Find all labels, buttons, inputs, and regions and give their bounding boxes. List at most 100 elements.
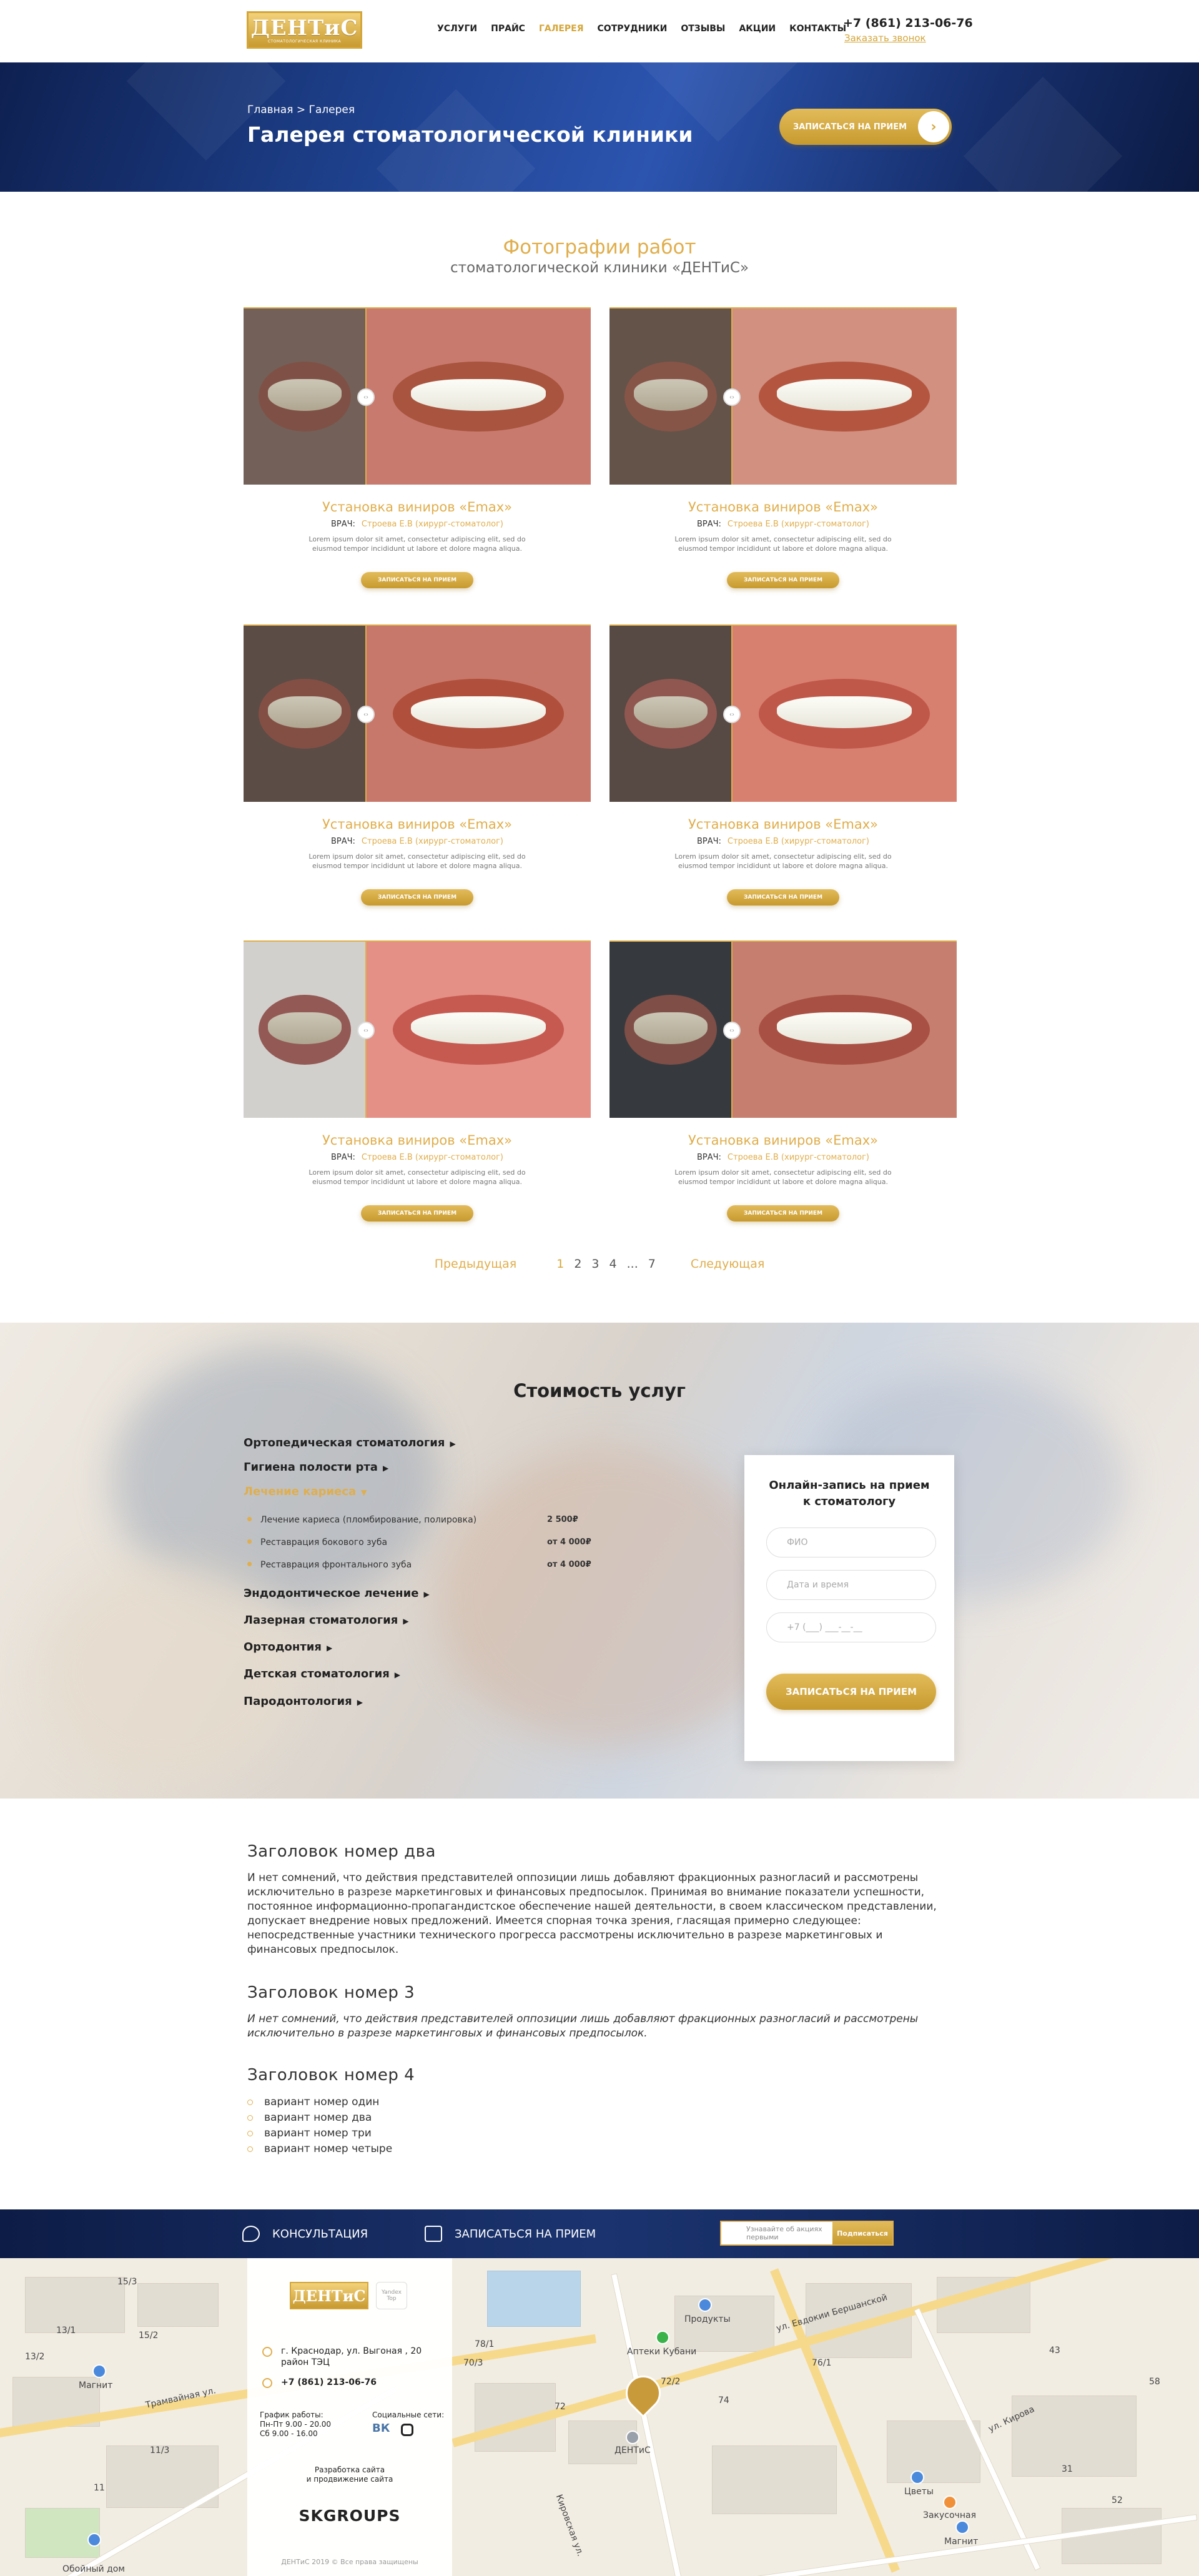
- before-after-photo[interactable]: ‹›: [244, 307, 591, 485]
- clinic-location-pin-icon[interactable]: [618, 2368, 668, 2418]
- price-category[interactable]: Гигиена полости рта ▶: [244, 1461, 388, 1474]
- vk-icon[interactable]: ВК: [372, 2423, 390, 2436]
- developer-line: и продвижение сайта: [306, 2475, 393, 2484]
- price-category-open[interactable]: Лечение кариеса ▼: [244, 1485, 367, 1498]
- pagination-page-1[interactable]: 1: [556, 1257, 564, 1271]
- appointment-form: Онлайн-запись на прием к стоматологу ФИО…: [744, 1455, 954, 1761]
- bullet-icon: [247, 1517, 252, 1521]
- pagination-page-4[interactable]: 4: [609, 1257, 617, 1271]
- before-after-photo[interactable]: ‹›: [244, 940, 591, 1118]
- nav-item-staff[interactable]: СОТРУДНИКИ: [598, 24, 668, 34]
- form-title-line: Онлайн-запись на прием: [769, 1479, 930, 1492]
- instagram-icon[interactable]: [401, 2424, 414, 2436]
- phone-field[interactable]: +7 (___) ___-__-__: [766, 1612, 936, 1642]
- nav-item-contacts[interactable]: КОНТАКТЫ: [789, 24, 846, 34]
- drag-handle-icon[interactable]: ‹›: [723, 388, 741, 406]
- name-field[interactable]: ФИО: [766, 1527, 936, 1557]
- breadcrumb-home[interactable]: Главная: [247, 104, 293, 116]
- price-category[interactable]: Пародонтология ▶: [244, 1695, 363, 1708]
- shop-pin-icon[interactable]: [87, 2533, 101, 2547]
- hero-appointment-button[interactable]: ЗАПИСАТЬСЯ НА ПРИЕМ ›: [779, 109, 952, 145]
- map-label: ДЕНТиС: [614, 2445, 651, 2455]
- pagination-ellipsis: ...: [626, 1257, 638, 1271]
- shop-pin-icon[interactable]: [955, 2520, 969, 2534]
- drag-handle-icon[interactable]: ‹›: [357, 706, 375, 723]
- footer-action-band: КОНСУЛЬТАЦИЯ ЗАПИСАТЬСЯ НА ПРИЕМ Узнавай…: [0, 2209, 1199, 2258]
- logo[interactable]: ДЕНТиС СТОМАТОЛОГИЧЕСКАЯ КЛИНИКА: [247, 11, 362, 49]
- drag-handle-icon[interactable]: ‹›: [723, 706, 741, 723]
- header-phone[interactable]: +7 (861) 213-06-76: [843, 16, 973, 30]
- working-hours-title: График работы:: [260, 2411, 323, 2419]
- price-item: Реставрация фронтального зуба от 4 000₽: [244, 1560, 593, 1570]
- nav-item-reviews[interactable]: ОТЗЫВЫ: [681, 24, 725, 34]
- map-label: 74: [718, 2396, 729, 2406]
- developer-name[interactable]: SKGROUPS: [247, 2507, 452, 2525]
- map-label: Продукты: [684, 2314, 731, 2324]
- pharmacy-pin-icon[interactable]: [656, 2331, 669, 2344]
- before-photo: [609, 942, 732, 1118]
- appointment-link[interactable]: ЗАПИСАТЬСЯ НА ПРИЕМ: [425, 2226, 596, 2242]
- drag-handle-icon[interactable]: ‹›: [723, 1022, 741, 1039]
- card-appointment-button[interactable]: ЗАПИСАТЬСЯ НА ПРИЕМ: [727, 889, 839, 906]
- card-appointment-button[interactable]: ЗАПИСАТЬСЯ НА ПРИЕМ: [361, 1205, 473, 1221]
- card-appointment-button[interactable]: ЗАПИСАТЬСЯ НА ПРИЕМ: [727, 1205, 839, 1221]
- card-appointment-button[interactable]: ЗАПИСАТЬСЯ НА ПРИЕМ: [361, 572, 473, 588]
- doctor-name[interactable]: Строева Е.В (хирург-стоматолог): [362, 520, 503, 529]
- footer-logo[interactable]: ДЕНТиС: [290, 2282, 368, 2309]
- map-building: [712, 2445, 837, 2514]
- content-heading-4: Заголовок номер 4: [247, 2066, 415, 2085]
- shop-pin-icon[interactable]: [910, 2470, 924, 2484]
- page-hero: Главная > Галерея Галерея стоматологичес…: [0, 62, 1199, 192]
- doctor-name[interactable]: Строева Е.В (хирург-стоматолог): [728, 1153, 869, 1162]
- before-after-photo[interactable]: ‹›: [244, 624, 591, 802]
- footer-phone[interactable]: +7 (861) 213-06-76: [262, 2377, 377, 2388]
- subscribe-button[interactable]: Подписаться: [832, 2222, 892, 2244]
- content-heading-2: Заголовок номер два: [247, 1842, 436, 1861]
- circle-bullet-icon: [247, 2131, 253, 2136]
- price-category[interactable]: Ортодонтия ▶: [244, 1641, 332, 1654]
- price-category[interactable]: Эндодонтическое лечение ▶: [244, 1587, 430, 1600]
- food-pin-icon[interactable]: [943, 2495, 957, 2509]
- consultation-link[interactable]: КОНСУЛЬТАЦИЯ: [242, 2226, 368, 2242]
- price-item-price: от 4 000₽: [547, 1560, 591, 1569]
- pagination-page-2[interactable]: 2: [574, 1257, 581, 1271]
- price-category[interactable]: Ортопедическая стоматология ▶: [244, 1436, 456, 1449]
- callback-link[interactable]: Заказать звонок: [844, 32, 926, 44]
- clinic-pin-icon[interactable]: [626, 2430, 639, 2444]
- pagination-next[interactable]: Следующая: [691, 1257, 764, 1271]
- pagination-page-7[interactable]: 7: [648, 1257, 656, 1271]
- form-submit-button[interactable]: ЗАПИСАТЬСЯ НА ПРИЕМ: [766, 1674, 936, 1710]
- price-category[interactable]: Детская стоматология ▶: [244, 1667, 400, 1680]
- card-title: Установка виниров «Emax»: [322, 500, 512, 515]
- nav-item-promos[interactable]: АКЦИИ: [739, 24, 776, 34]
- pagination-page-3[interactable]: 3: [591, 1257, 599, 1271]
- nav-item-prices[interactable]: ПРАЙС: [491, 24, 525, 34]
- before-after-photo[interactable]: ‹›: [609, 624, 957, 802]
- triangle-right-icon: ▶: [394, 1670, 401, 1679]
- drag-handle-icon[interactable]: ‹›: [357, 1022, 375, 1039]
- form-title-line: к стоматологу: [802, 1495, 896, 1508]
- shop-pin-icon[interactable]: [698, 2298, 712, 2312]
- before-after-photo[interactable]: ‹›: [609, 940, 957, 1118]
- doctor-name[interactable]: Строева Е.В (хирург-стоматолог): [362, 1153, 503, 1162]
- card-description: Lorem ipsum dolor sit amet, consectetur …: [308, 1168, 526, 1186]
- drag-handle-icon[interactable]: ‹›: [357, 388, 375, 406]
- doctor-name[interactable]: Строева Е.В (хирург-стоматолог): [728, 520, 869, 529]
- datetime-field[interactable]: Дата и время: [766, 1570, 936, 1600]
- before-after-photo[interactable]: ‹›: [609, 307, 957, 485]
- page-title: Галерея стоматологической клиники: [247, 122, 693, 147]
- triangle-right-icon: ▶: [382, 1464, 389, 1473]
- doctor-name[interactable]: Строева Е.В (хирург-стоматолог): [728, 837, 869, 846]
- card-appointment-button[interactable]: ЗАПИСАТЬСЯ НА ПРИЕМ: [727, 572, 839, 588]
- price-category[interactable]: Лазерная стоматология ▶: [244, 1614, 409, 1627]
- location-map[interactable]: 15/3 13/1 15/2 13/2 11/3 11 Магнит Трамв…: [0, 2258, 1199, 2576]
- nav-item-services[interactable]: УСЛУГИ: [437, 24, 477, 34]
- chat-icon: [242, 2226, 260, 2242]
- doctor-name[interactable]: Строева Е.В (хирург-стоматолог): [362, 837, 503, 846]
- card-appointment-button[interactable]: ЗАПИСАТЬСЯ НА ПРИЕМ: [361, 889, 473, 906]
- nav-item-gallery[interactable]: ГАЛЕРЕЯ: [539, 24, 584, 34]
- map-label: 11: [94, 2483, 105, 2493]
- subscribe-input[interactable]: Узнавайте об акциях первыми: [721, 2222, 832, 2244]
- pagination-prev[interactable]: Предыдущая: [435, 1257, 517, 1271]
- shop-pin-icon[interactable]: [92, 2364, 106, 2378]
